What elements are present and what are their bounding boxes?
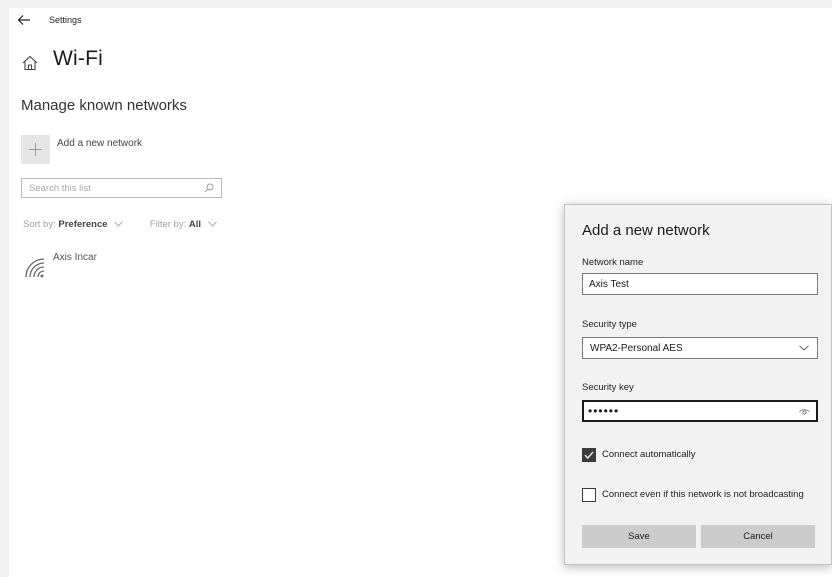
connect-automatically-label[interactable]: Connect automatically	[602, 449, 695, 460]
network-name-input[interactable]	[583, 274, 817, 295]
network-list-item[interactable]: Axis Incar	[21, 252, 201, 282]
security-key-input[interactable]	[584, 402, 816, 420]
filter-dropdown[interactable]: Filter by: All	[150, 219, 217, 230]
filter-value: All	[188, 219, 202, 230]
security-key-field	[582, 400, 818, 422]
search-input[interactable]	[22, 179, 209, 197]
chevron-down-icon	[114, 221, 123, 227]
connect-hidden-label[interactable]: Connect even if this network is not broa…	[602, 489, 804, 500]
connect-automatically-checkbox[interactable]	[582, 448, 596, 462]
sort-filter-bar: Sort by: Preference Filter by: All	[23, 219, 241, 230]
back-arrow-icon[interactable]	[17, 14, 31, 26]
search-box	[21, 178, 222, 198]
cancel-button[interactable]: Cancel	[701, 525, 815, 548]
security-type-label: Security type	[582, 319, 637, 330]
filter-label: Filter by:	[149, 219, 187, 230]
sort-label: Sort by:	[23, 219, 56, 230]
add-network-dialog: Add a new network Network name Security …	[564, 204, 832, 565]
connect-hidden-checkbox[interactable]	[582, 488, 596, 502]
eye-icon[interactable]	[799, 408, 810, 416]
page-title: Wi-Fi	[53, 47, 103, 70]
search-icon[interactable]	[204, 183, 214, 193]
save-button[interactable]: Save	[582, 525, 696, 548]
sort-dropdown[interactable]: Sort by: Preference	[23, 219, 123, 230]
home-icon[interactable]	[21, 54, 39, 72]
security-type-value: WPA2-Personal AES	[590, 343, 683, 354]
window-title: Settings	[49, 15, 82, 25]
chevron-down-icon	[207, 221, 217, 227]
security-key-label: Security key	[582, 382, 634, 393]
dialog-title: Add a new network	[582, 222, 710, 239]
network-name-field	[582, 273, 818, 295]
plus-icon	[29, 143, 42, 156]
checkmark-icon	[584, 451, 594, 459]
add-network-button[interactable]	[21, 135, 50, 164]
security-type-select[interactable]: WPA2-Personal AES	[582, 337, 818, 359]
sort-value: Preference	[58, 219, 108, 230]
wifi-icon	[25, 258, 45, 278]
chevron-down-icon	[799, 345, 809, 351]
network-name: Axis Incar	[53, 252, 97, 263]
network-name-label: Network name	[582, 257, 644, 268]
section-title: Manage known networks	[21, 97, 187, 114]
add-network-label[interactable]: Add a new network	[57, 138, 142, 149]
